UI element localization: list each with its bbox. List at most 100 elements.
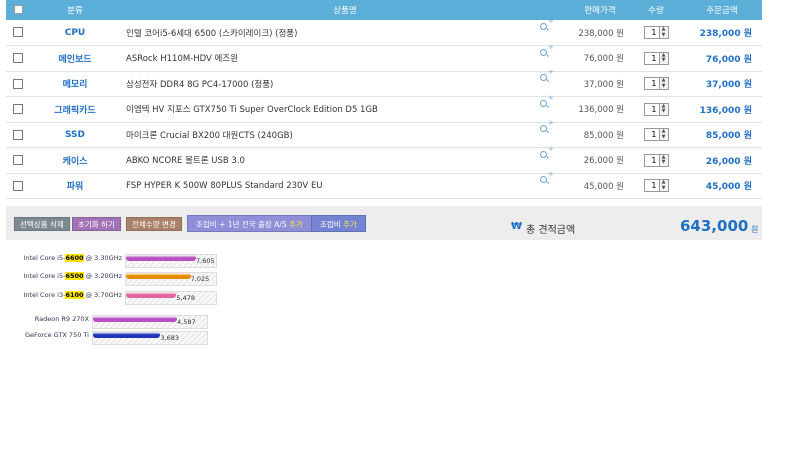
row-category: SSD	[64, 129, 86, 140]
quantity-input[interactable]: 1	[643, 26, 660, 39]
qty-down-icon[interactable]: ▼	[660, 185, 668, 192]
row-checkbox[interactable]	[13, 104, 23, 114]
row-zoom-cell[interactable]: +	[540, 18, 570, 46]
quantity-input[interactable]: 1	[643, 128, 660, 142]
header-category: 분류	[67, 6, 83, 16]
delete-selected-button[interactable]: 선택상품 삭제	[14, 217, 70, 231]
row-price: 136,000 원	[578, 105, 624, 116]
change-all-qty-button[interactable]: 전체수량 변경	[126, 217, 182, 231]
row-product-name[interactable]: 인텔 코어i5-6세대 6500 (스카이레이크) (정품)	[120, 20, 540, 46]
row-category: 메모리	[62, 80, 88, 91]
benchmark-value: 7,025	[190, 275, 210, 283]
zoom-plus-icon[interactable]: +	[540, 145, 554, 161]
row-total: 26,000 원	[705, 156, 752, 167]
row-check-cell[interactable]	[6, 46, 30, 72]
quantity-stepper[interactable]: 1 ▲ ▼	[643, 77, 669, 91]
benchmark-track	[125, 272, 217, 286]
zoom-plus-icon[interactable]: +	[540, 18, 554, 33]
benchmark-bar	[126, 255, 196, 261]
zoom-plus-icon[interactable]: +	[540, 43, 554, 59]
row-checkbox[interactable]	[13, 27, 23, 38]
reset-button[interactable]: 초기화 하기	[72, 217, 121, 231]
benchmark-bar	[126, 273, 191, 279]
benchmark-label-highlight: 6500	[65, 272, 84, 280]
row-checkbox[interactable]	[13, 129, 23, 140]
select-all-cell[interactable]	[6, 0, 30, 20]
row-product-name[interactable]: ASRock H110M-HDV 에즈윈	[120, 46, 540, 72]
benchmark-value: 3,683	[160, 334, 180, 342]
zoom-plus-icon[interactable]: +	[540, 94, 554, 110]
row-check-cell[interactable]	[6, 122, 30, 148]
quantity-input[interactable]: 1	[643, 102, 660, 116]
row-check-cell[interactable]	[6, 20, 30, 46]
row-product-name[interactable]: FSP HYPER K 500W 80PLUS Standard 230V EU	[120, 173, 540, 199]
row-qty-cell[interactable]: 1 ▲ ▼	[630, 71, 682, 97]
row-category: 케이스	[62, 156, 88, 167]
benchmark-value: 7,605	[196, 257, 215, 265]
row-checkbox[interactable]	[13, 155, 23, 165]
qty-down-icon[interactable]: ▼	[660, 58, 668, 64]
row-zoom-cell[interactable]: +	[540, 94, 570, 123]
row-check-cell[interactable]	[6, 97, 30, 123]
row-product-name[interactable]: 이엠텍 HV 지포스 GTX750 Ti Super OverClock Edi…	[120, 97, 540, 123]
row-total: 37,000 원	[705, 80, 752, 91]
row-checkbox[interactable]	[13, 78, 23, 89]
row-category: CPU	[64, 27, 86, 38]
benchmark-label-suffix: @ 3.70GHz	[83, 291, 122, 299]
quantity-input[interactable]: 1	[643, 51, 660, 65]
quantity-input[interactable]: 1	[643, 153, 660, 167]
row-check-cell[interactable]	[6, 71, 30, 97]
row-product-name[interactable]: ABKO NCORE 볼트론 USB 3.0	[120, 148, 540, 174]
table-row: SSD 마이크론 Crucial BX200 대원CTS (240GB) + 8…	[6, 120, 762, 148]
zoom-plus-icon[interactable]: +	[540, 171, 554, 186]
quantity-stepper[interactable]: 1 ▲ ▼	[643, 128, 669, 142]
won-icon: ₩	[511, 221, 523, 232]
row-zoom-cell[interactable]: +	[540, 120, 570, 148]
qty-down-icon[interactable]: ▼	[660, 32, 668, 39]
action-bar: 선택상품 삭제 초기화 하기 전체수량 변경 조립비 + 1년 전국 출장 A/…	[6, 206, 762, 240]
table-row: 케이스 ABKO NCORE 볼트론 USB 3.0 + 26,000 원 1 …	[6, 145, 762, 174]
select-all-checkbox[interactable]	[13, 5, 23, 14]
row-total: 76,000 원	[705, 54, 752, 65]
row-product-name[interactable]: 마이크론 Crucial BX200 대원CTS (240GB)	[120, 122, 540, 148]
table-row: CPU 인텔 코어i5-6세대 6500 (스카이레이크) (정품) + 238…	[6, 18, 762, 46]
row-qty-cell[interactable]: 1 ▲ ▼	[630, 97, 682, 123]
row-product-name[interactable]: 삼성전자 DDR4 8G PC4-17000 (정품)	[120, 71, 540, 97]
quantity-stepper[interactable]: 1 ▲ ▼	[643, 26, 669, 39]
qty-down-icon[interactable]: ▼	[660, 83, 668, 90]
row-total: 45,000 원	[705, 182, 752, 193]
quantity-stepper[interactable]: 1 ▲ ▼	[643, 179, 669, 193]
assembly-as-add: 추가	[288, 220, 303, 229]
row-check-cell[interactable]	[6, 148, 30, 174]
row-qty-cell[interactable]: 1 ▲ ▼	[630, 20, 682, 46]
quantity-input[interactable]: 1	[643, 179, 660, 193]
row-category: 파워	[66, 182, 84, 193]
qty-down-icon[interactable]: ▼	[660, 109, 668, 115]
qty-down-icon[interactable]: ▼	[660, 134, 668, 141]
quantity-stepper[interactable]: 1 ▲ ▼	[643, 153, 669, 167]
benchmark-label-prefix: Intel Core i5-	[23, 272, 66, 280]
row-zoom-cell[interactable]: +	[540, 43, 570, 72]
quantity-input[interactable]: 1	[643, 77, 660, 91]
row-qty-cell[interactable]: 1 ▲ ▼	[630, 173, 682, 199]
quantity-stepper[interactable]: 1 ▲ ▼	[643, 102, 669, 116]
benchmark-bar	[126, 292, 177, 298]
row-checkbox[interactable]	[13, 180, 23, 191]
add-assembly-button[interactable]: 조립비 추가	[311, 215, 366, 232]
row-zoom-cell[interactable]: +	[540, 69, 570, 97]
row-zoom-cell[interactable]: +	[540, 145, 570, 174]
row-zoom-cell[interactable]: +	[540, 171, 570, 199]
header-qty: 수량	[648, 6, 664, 16]
row-qty-cell[interactable]: 1 ▲ ▼	[630, 148, 682, 174]
quantity-stepper[interactable]: 1 ▲ ▼	[643, 51, 669, 65]
qty-down-icon[interactable]: ▼	[660, 160, 668, 166]
row-total: 136,000 원	[699, 105, 752, 116]
zoom-plus-icon[interactable]: +	[540, 69, 554, 84]
row-qty-cell[interactable]: 1 ▲ ▼	[630, 46, 682, 72]
zoom-plus-icon[interactable]: +	[540, 120, 554, 135]
row-check-cell[interactable]	[6, 173, 30, 199]
row-checkbox[interactable]	[13, 53, 23, 63]
header-product: 상품명	[333, 6, 357, 16]
add-assembly-as-button[interactable]: 조립비 + 1년 전국 출장 A/S 추가	[187, 215, 312, 232]
row-qty-cell[interactable]: 1 ▲ ▼	[630, 122, 682, 148]
